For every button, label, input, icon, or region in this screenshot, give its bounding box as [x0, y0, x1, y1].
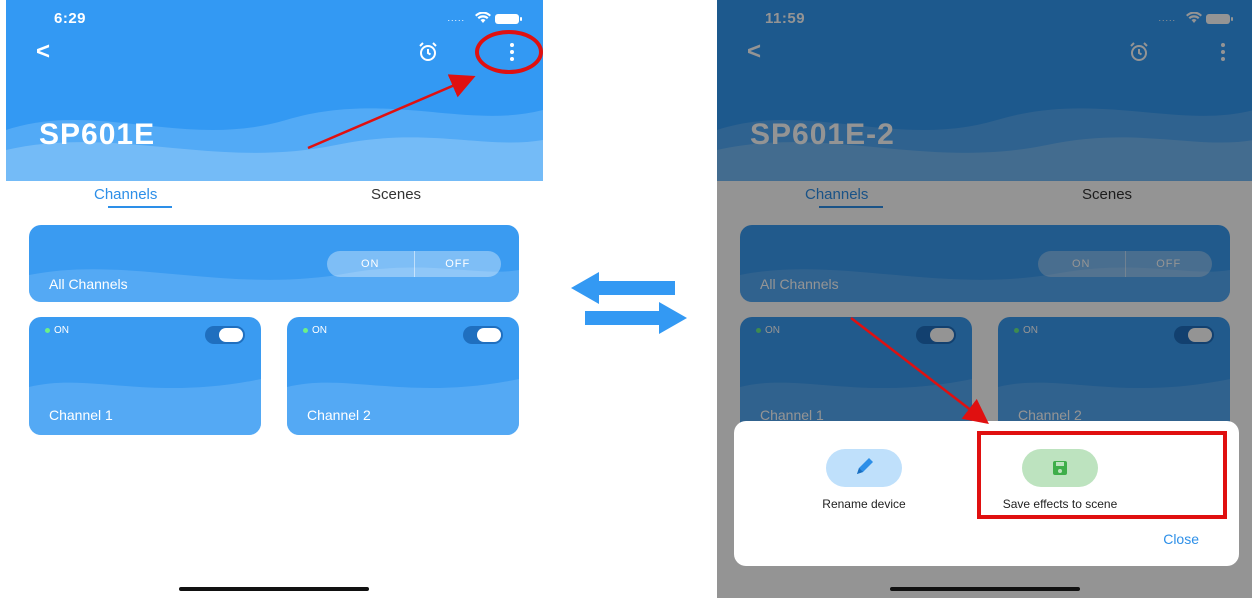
annotation-arrow — [850, 317, 989, 425]
swap-arrows-icon — [565, 268, 693, 338]
left-phone-screen: 6:29 ..... < SP601E Channels Scenes ON O… — [6, 0, 543, 598]
annotation-arrow — [307, 74, 476, 150]
right-phone-screen: 11:59 ..... < SP601E-2 Channels Scenes O… — [717, 0, 1252, 598]
